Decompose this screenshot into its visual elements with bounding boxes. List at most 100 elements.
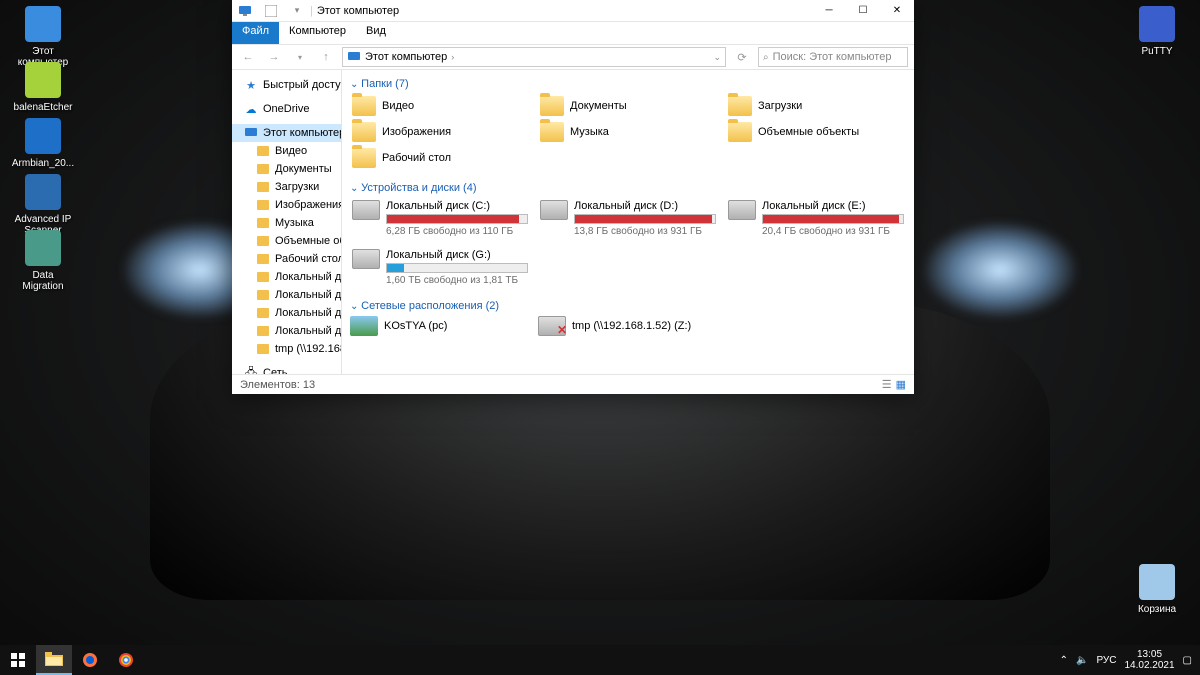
capacity-bar [574,214,716,224]
nav-sub-item[interactable]: Локальный диск (E:) [232,304,341,322]
desktop-icon-putty[interactable]: PuTTY [1122,6,1192,57]
folder-icon [256,162,270,176]
nav-sub-item[interactable]: Видео [232,142,341,160]
taskbar-firefox[interactable] [72,645,108,675]
folder-item[interactable]: Рабочий стол [350,146,530,170]
desktop-icon-recycle[interactable]: Корзина [1122,564,1192,615]
desktop-icon-this-pc[interactable]: Этоткомпьютер [8,6,78,68]
capacity-bar [386,214,528,224]
tray-clock[interactable]: 13:05 14.02.2021 [1124,649,1174,671]
folder-icon [256,270,270,284]
desktop-icon-armbian[interactable]: Armbian_20... [8,118,78,169]
taskbar-chrome[interactable] [108,645,144,675]
folder-icon [256,234,270,248]
capacity-bar [762,214,904,224]
nav-this-pc[interactable]: Этот компьютер [232,124,341,142]
tab-view[interactable]: Вид [356,22,396,44]
nav-sub-item[interactable]: Объемные объекты [232,232,341,250]
balena-icon [25,62,61,98]
nav-sub-item[interactable]: Документы [232,160,341,178]
start-button[interactable] [0,645,36,675]
network-icon: 🖧 [244,366,258,374]
nav-sub-item[interactable]: Локальный диск (C:) [232,268,341,286]
nav-back-button[interactable]: ← [238,47,258,67]
nav-sub-item[interactable]: Музыка [232,214,341,232]
folder-item[interactable]: Документы [538,94,718,118]
status-count: Элементов: 13 [240,379,315,391]
refresh-button[interactable]: ⟳ [732,47,752,67]
desktop-icon-balena[interactable]: balenaEtcher [8,62,78,113]
tray-notifications-icon[interactable]: ▢ [1183,655,1192,666]
folder-icon [256,216,270,230]
view-details-icon[interactable]: ☰ [882,378,892,391]
qat-dropdown-icon[interactable]: ▾ [288,2,306,20]
folder-icon [256,198,270,212]
folder-icon [540,96,564,116]
qat-save-icon[interactable] [262,2,280,20]
nav-forward-button[interactable]: → [264,47,284,67]
nav-sub-item[interactable]: tmp (\\192.168.1.52) [232,340,341,358]
drive-icon [540,200,568,220]
group-network-header[interactable]: Сетевые расположения (2) [350,296,906,316]
folder-item[interactable]: Загрузки [726,94,906,118]
folder-item[interactable]: Видео [350,94,530,118]
drive-item[interactable]: Локальный диск (D:)13,8 ГБ свободно из 9… [538,198,718,239]
window-title: Этот компьютер [313,5,399,17]
folder-icon [352,96,376,116]
search-input[interactable]: ⌕ Поиск: Этот компьютер [758,47,908,67]
nav-sub-item[interactable]: Загрузки [232,178,341,196]
pc-icon [236,2,254,20]
tray-up-icon[interactable]: ⌃ [1060,655,1068,666]
nav-sub-item[interactable]: Изображения [232,196,341,214]
nav-recent-button[interactable]: ▾ [290,47,310,67]
ipscanner-icon [25,174,61,210]
nav-sub-item[interactable]: Рабочий стол [232,250,341,268]
tray-volume-icon[interactable]: 🔈 [1076,655,1088,666]
nav-sub-item[interactable]: Локальный диск (G:) [232,322,341,340]
drive-icon [352,200,380,220]
putty-icon [1139,6,1175,42]
folder-icon [256,288,270,302]
drive-item[interactable]: Локальный диск (G:)1,60 ТБ свободно из 1… [350,247,530,288]
desktop-icon-ipscanner[interactable]: Advanced IPScanner [8,174,78,236]
titlebar[interactable]: ▾ | Этот компьютер ─ ☐ ✕ [232,0,914,22]
view-tiles-icon[interactable]: ▦ [896,378,906,391]
folder-icon [256,324,270,338]
nav-sub-item[interactable]: Локальный диск (D:) [232,286,341,304]
network-location[interactable]: KOsTYA (pc) [350,316,530,336]
taskbar-explorer[interactable] [36,645,72,675]
nav-onedrive[interactable]: ☁OneDrive [232,100,341,118]
address-bar-row: ← → ▾ ↑ Этот компьютер › ⌄ ⟳ ⌕ Поиск: Эт… [232,44,914,70]
breadcrumb[interactable]: Этот компьютер [365,51,447,63]
minimize-button[interactable]: ─ [812,0,846,22]
drive-icon [352,249,380,269]
group-folders-header[interactable]: Папки (7) [350,74,906,94]
cloud-icon: ☁ [244,102,258,116]
folder-item[interactable]: Изображения [350,120,530,144]
drive-icon [728,200,756,220]
folder-item[interactable]: Объемные объекты [726,120,906,144]
nav-network[interactable]: 🖧Сеть [232,364,341,374]
nav-up-button[interactable]: ↑ [316,47,336,67]
drive-item[interactable]: Локальный диск (E:)20,4 ГБ свободно из 9… [726,198,906,239]
file-explorer-window: ▾ | Этот компьютер ─ ☐ ✕ Файл Компьютер … [232,0,914,394]
content-pane: Папки (7) Видео Документы Загрузки Изображе… [342,70,914,374]
address-bar[interactable]: Этот компьютер › ⌄ [342,47,726,67]
desktop-icon-datamig[interactable]: DataMigration [8,230,78,292]
nav-quick-access[interactable]: ★Быстрый доступ [232,76,341,94]
addr-dropdown-icon[interactable]: ⌄ [713,52,721,63]
folder-item[interactable]: Музыка [538,120,718,144]
pc-icon [244,126,258,140]
tray-language[interactable]: РУС [1096,655,1116,666]
drive-item[interactable]: Локальный диск (C:)6,28 ГБ свободно из 1… [350,198,530,239]
tab-file[interactable]: Файл [232,22,279,44]
folder-icon [728,96,752,116]
close-button[interactable]: ✕ [880,0,914,22]
group-drives-header[interactable]: Устройства и диски (4) [350,178,906,198]
ribbon: Файл Компьютер Вид [232,22,914,44]
network-location[interactable]: ✕tmp (\\192.168.1.52) (Z:) [538,316,718,336]
folder-icon [352,122,376,142]
tab-computer[interactable]: Компьютер [279,22,356,44]
maximize-button[interactable]: ☐ [846,0,880,22]
folder-icon [540,122,564,142]
